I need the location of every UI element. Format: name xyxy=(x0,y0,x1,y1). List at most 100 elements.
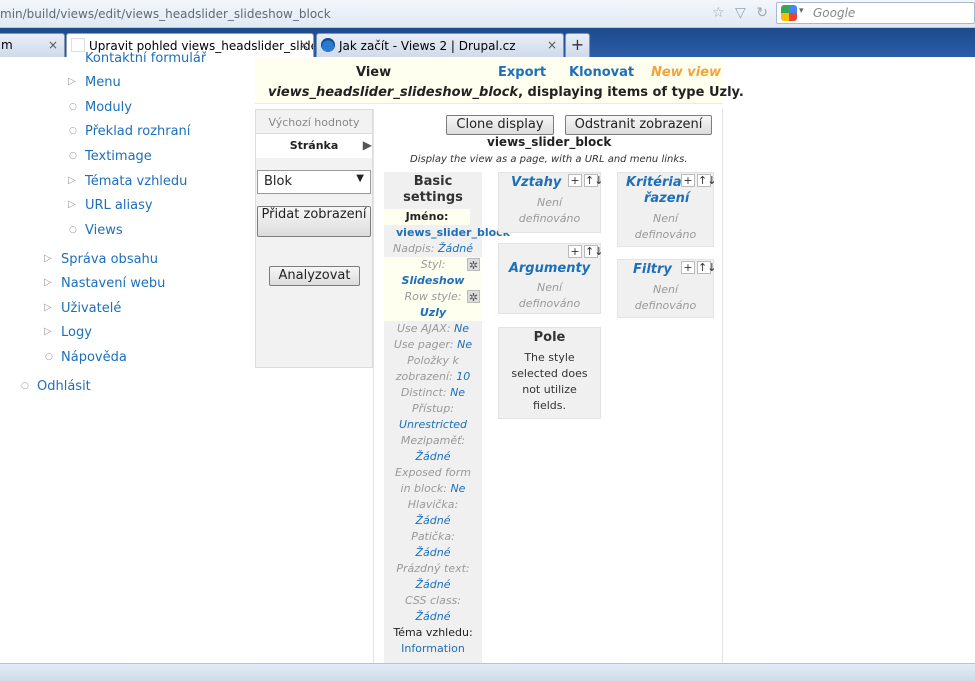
expand-triangle-icon: ▷ xyxy=(44,277,52,288)
filters-box: Filtry + ↑↓ Není definováno xyxy=(617,259,716,318)
tab-label: m xyxy=(1,38,13,52)
tab-label: Jak začít - Views 2 | Drupal.cz xyxy=(339,39,516,53)
add-icon[interactable]: + xyxy=(568,245,582,258)
view-description-suffix: , displaying items of type Uzly. xyxy=(518,85,744,100)
menu-item-users[interactable]: ▷ Uživatelé xyxy=(44,301,121,316)
sort-criteria-box: Kritéria řazení + ↑↓ Není definováno xyxy=(617,172,716,247)
fields-title: Pole xyxy=(533,330,566,345)
setting-items-per-page[interactable]: Položky k zobrazení: 10 xyxy=(384,353,482,385)
expand-triangle-icon: ▷ xyxy=(68,76,76,87)
menu-item-content[interactable]: ▷ Správa obsahu xyxy=(44,252,158,267)
fields-note: The style selected does not utilize fields. xyxy=(511,351,588,412)
menu-item-textimage[interactable]: ○ Textimage xyxy=(69,149,152,164)
status-bar xyxy=(0,663,975,681)
menu-item-menu[interactable]: ▷ Menu xyxy=(68,75,121,90)
setting-access[interactable]: Přístup: Unrestricted xyxy=(384,401,482,433)
page-icon xyxy=(71,38,85,52)
setting-css-class[interactable]: CSS class: Žádné xyxy=(384,593,482,625)
arguments-box: + ↑↓ Argumenty Není definováno xyxy=(498,243,603,314)
menu-item-logout[interactable]: ○ Odhlásit xyxy=(21,379,91,394)
menu-item-themes[interactable]: ▷ Témata vzhledu xyxy=(68,174,187,189)
arguments-empty: Není definováno xyxy=(518,281,581,310)
menu-item-modules[interactable]: ○ Moduly xyxy=(69,100,132,115)
add-icon[interactable]: + xyxy=(681,174,695,187)
menu-item-translation[interactable]: ○ Překlad rozhraní xyxy=(69,124,190,139)
setting-header[interactable]: Hlavička: Žádné xyxy=(384,497,482,529)
expand-triangle-icon: ▷ xyxy=(44,302,52,313)
tab-close-icon[interactable]: × xyxy=(547,38,557,52)
search-box[interactable]: ▾ Google xyxy=(776,2,975,24)
menu-item-site-settings[interactable]: ▷ Nastavení webu xyxy=(44,276,165,291)
bullet-icon: ○ xyxy=(69,151,77,161)
analyze-button[interactable]: Analyzovat xyxy=(269,266,360,286)
bookmark-star-icon[interactable]: ☆ xyxy=(712,5,725,21)
setting-ajax[interactable]: Use AJAX: Ne xyxy=(384,321,482,337)
display-settings-area: Clone display Odstranit zobrazení views_… xyxy=(373,109,723,663)
setting-exposed-form[interactable]: Exposed form in block: Ne xyxy=(384,465,482,497)
rearrange-icon[interactable]: ↑↓ xyxy=(584,245,603,258)
add-icon[interactable]: + xyxy=(568,174,582,187)
menu-item-contact-form[interactable]: ○Kontaktní formulář xyxy=(85,51,206,67)
drupal-drop-icon xyxy=(321,38,335,52)
url-field[interactable]: min/build/views/edit/views_headslider_sl… xyxy=(0,7,331,21)
menu-item-logs[interactable]: ▷ Logy xyxy=(44,325,92,340)
setting-footer[interactable]: Patička: Žádné xyxy=(384,529,482,561)
relationships-controls: + ↑↓ xyxy=(566,174,603,187)
remove-display-button[interactable]: Odstranit zobrazení xyxy=(565,115,712,135)
setting-name-value[interactable]: views_slider_block xyxy=(396,225,510,241)
tab-page-display[interactable]: Stránka ▶ xyxy=(256,134,372,158)
gear-icon[interactable]: ✲ xyxy=(467,258,480,272)
dropdown-arrow-icon[interactable]: ▽ xyxy=(735,5,746,21)
arguments-controls: + ↑↓ xyxy=(566,245,603,258)
filters-controls: + ↑↓ xyxy=(679,261,716,274)
display-description: Display the view as a page, with a URL a… xyxy=(410,154,688,165)
arguments-title[interactable]: Argumenty xyxy=(499,261,600,276)
chevron-down-icon: ▼ xyxy=(356,173,364,184)
rearrange-icon[interactable]: ↑↓ xyxy=(697,174,716,187)
reload-icon[interactable]: ↻ xyxy=(756,5,768,21)
tab-drupal-cz[interactable]: Jak začít - Views 2 | Drupal.cz × xyxy=(316,33,564,57)
display-type-select[interactable]: Blok ▼ xyxy=(257,170,371,194)
setting-pager[interactable]: Use pager: Ne xyxy=(384,337,482,353)
filters-empty: Není definováno xyxy=(634,283,697,312)
view-label: View xyxy=(356,65,392,80)
tab-default-values[interactable]: Výchozí hodnoty xyxy=(256,110,372,134)
bullet-icon: ○ xyxy=(69,102,77,112)
setting-cache[interactable]: Mezipaměť: Žádné xyxy=(384,433,482,465)
bullet-icon: ○ xyxy=(45,352,53,362)
tab-close-icon[interactable]: × xyxy=(299,38,309,52)
display-type-value: Blok xyxy=(264,174,293,189)
search-engine-dropdown-icon[interactable]: ▾ xyxy=(799,6,804,16)
clone-link[interactable]: Klonovat xyxy=(569,65,634,80)
bullet-icon: ○ xyxy=(69,225,77,235)
setting-row-style[interactable]: Row style: Uzly ✲ xyxy=(384,289,482,321)
arrow-right-icon: ▶ xyxy=(362,138,372,152)
clone-display-button[interactable]: Clone display xyxy=(446,115,554,135)
setting-name[interactable]: Jméno: views_slider_block xyxy=(384,209,510,239)
tab-previous[interactable]: m × xyxy=(0,33,65,57)
display-name: views_slider_block xyxy=(487,135,612,149)
expand-triangle-icon: ▷ xyxy=(68,199,76,210)
menu-item-url-aliases[interactable]: ▷ URL aliasy xyxy=(68,198,153,213)
setting-theme[interactable]: Téma vzhledu: Information xyxy=(384,625,482,657)
menu-item-views[interactable]: ○ Views xyxy=(69,223,123,238)
sort-controls: + ↑↓ xyxy=(679,174,716,187)
tab-close-icon[interactable]: × xyxy=(48,38,58,52)
export-link[interactable]: Export xyxy=(498,65,546,80)
rearrange-icon[interactable]: ↑↓ xyxy=(584,174,603,187)
google-icon[interactable] xyxy=(781,5,797,21)
new-view-link[interactable]: New view xyxy=(651,65,721,80)
sort-empty: Není definováno xyxy=(634,212,697,241)
relationships-box: Vztahy + ↑↓ Není definováno xyxy=(498,172,603,233)
setting-empty-text[interactable]: Prázdný text: Žádné xyxy=(384,561,482,593)
add-display-button[interactable]: Přidat zobrazení xyxy=(257,206,371,237)
new-tab-button[interactable]: + xyxy=(565,33,590,57)
add-icon[interactable]: + xyxy=(681,261,695,274)
setting-title[interactable]: Nadpis: Žádné xyxy=(384,241,482,257)
gear-icon[interactable]: ✲ xyxy=(467,290,480,304)
menu-item-help[interactable]: ○ Nápověda xyxy=(45,350,127,365)
setting-style[interactable]: Styl: Slideshow ✲ xyxy=(384,257,482,289)
view-description: views_headslider_slideshow_block, displa… xyxy=(268,85,744,100)
setting-distinct[interactable]: Distinct: Ne xyxy=(384,385,482,401)
rearrange-icon[interactable]: ↑↓ xyxy=(697,261,716,274)
